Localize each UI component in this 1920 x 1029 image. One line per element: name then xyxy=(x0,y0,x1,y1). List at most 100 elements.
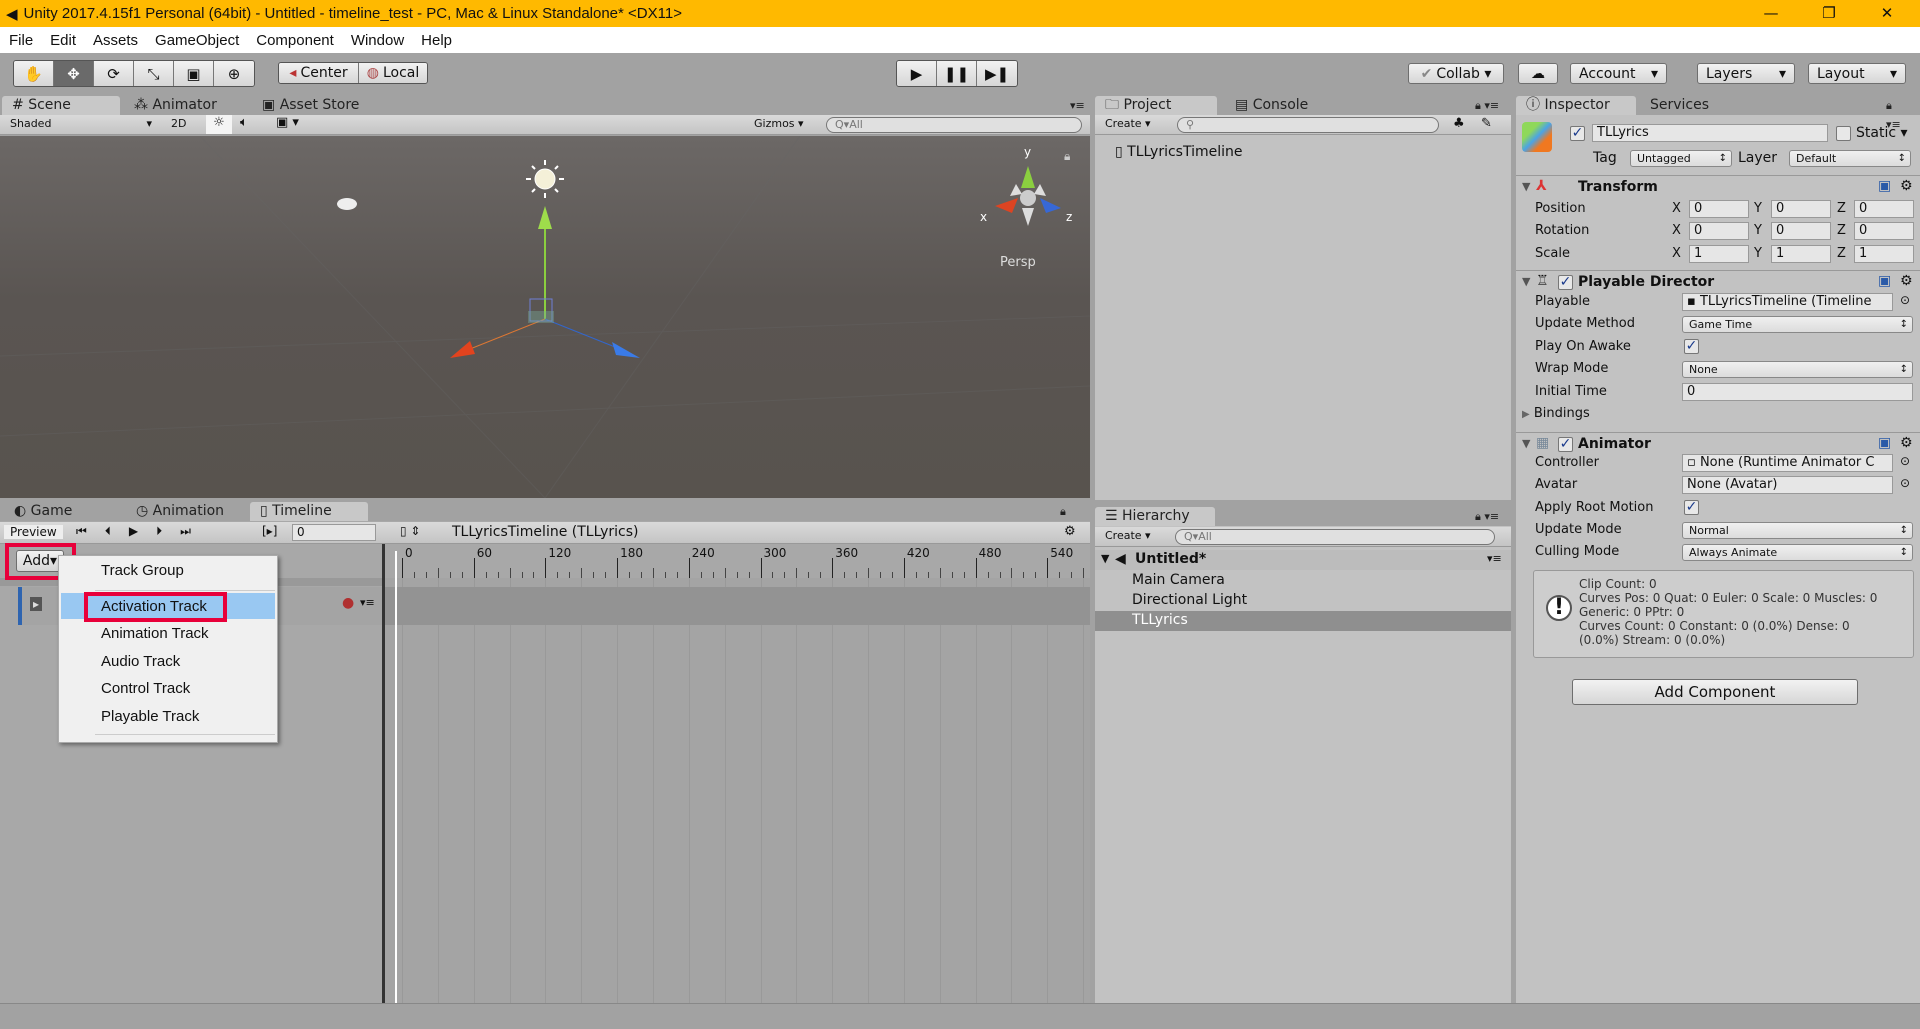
tag-dropdown[interactable]: Untagged xyxy=(1630,150,1732,167)
menu-assets[interactable]: Assets xyxy=(84,32,146,49)
restore-button[interactable]: ❐ xyxy=(1806,0,1852,27)
go-to-end-icon[interactable]: ⏭ xyxy=(180,524,209,538)
panel-menu-icon[interactable]: 🔒︎ ▾≡ xyxy=(1050,502,1090,537)
layout-dropdown[interactable]: Layout ▾ xyxy=(1808,63,1906,84)
menu-item-control-track[interactable]: Control Track xyxy=(101,680,190,697)
tab-services[interactable]: Services xyxy=(1640,96,1719,115)
scale-y-input[interactable]: 1 xyxy=(1771,245,1831,263)
orientation-gizmo[interactable]: y x z Persp xyxy=(980,145,1072,270)
rect-icon[interactable]: ▣ xyxy=(174,61,214,86)
shading-dropdown[interactable]: Shaded ▾ xyxy=(4,116,156,132)
gear-icon[interactable]: ⚙ xyxy=(1900,178,1913,194)
menu-edit[interactable]: Edit xyxy=(41,32,84,49)
controller-field[interactable]: ▫ None (Runtime Animator C xyxy=(1682,454,1893,472)
prev-frame-icon[interactable]: ⏴ xyxy=(105,524,129,538)
menu-file[interactable]: File xyxy=(0,32,41,49)
layers-dropdown[interactable]: Layers ▾ xyxy=(1697,63,1795,84)
menu-component[interactable]: Component xyxy=(247,32,342,49)
menu-help[interactable]: Help xyxy=(412,32,460,49)
timeline-breadcrumb[interactable]: TLLyricsTimeline (TLLyrics) xyxy=(452,524,638,540)
2d-toggle[interactable]: 2D xyxy=(165,116,195,132)
active-checkbox[interactable]: ✓ xyxy=(1570,126,1585,141)
menu-item-playable-track[interactable]: Playable Track xyxy=(101,708,199,725)
play-icon[interactable]: ▶ xyxy=(129,524,156,538)
panel-menu-icon[interactable]: 🔒︎ ▾≡ xyxy=(1465,96,1509,115)
play-on-awake-checkbox[interactable]: ✓ xyxy=(1684,339,1699,354)
playhead[interactable] xyxy=(395,551,397,1003)
transform-header[interactable]: ▼ ⅄ Transform ▣ ⚙ xyxy=(1516,175,1920,197)
static-checkbox[interactable]: ✓ xyxy=(1836,126,1851,141)
playable-director-header[interactable]: ▼ ♖ ✓ Playable Director ▣ ⚙ xyxy=(1516,270,1920,292)
pause-button[interactable]: ❚❚ xyxy=(937,61,977,86)
scale-z-input[interactable]: 1 xyxy=(1854,245,1914,263)
record-icon[interactable]: ● xyxy=(342,595,354,611)
filter-label-icon[interactable]: ✎ xyxy=(1481,116,1492,131)
play-range-icon[interactable]: [▸] xyxy=(262,524,277,538)
tab-animation[interactable]: ◷ Animation xyxy=(126,502,234,521)
scale-x-input[interactable]: 1 xyxy=(1689,245,1749,263)
rotate-icon[interactable]: ⟳ xyxy=(94,61,134,86)
menu-gameobject[interactable]: GameObject xyxy=(146,32,247,49)
object-picker-icon[interactable]: ⊙ xyxy=(1900,476,1910,490)
tab-timeline[interactable]: ▯ Timeline xyxy=(250,502,368,521)
lighting-toggle-icon[interactable]: ☼ xyxy=(206,115,232,134)
avatar-field[interactable]: None (Avatar) xyxy=(1682,476,1893,494)
help-icon[interactable]: ▣ xyxy=(1878,273,1891,289)
menu-item-audio-track[interactable]: Audio Track xyxy=(101,653,180,670)
step-button[interactable]: ▶❚ xyxy=(977,61,1017,86)
position-z-input[interactable]: 0 xyxy=(1854,200,1914,218)
hierarchy-item-main-camera[interactable]: Main Camera xyxy=(1132,572,1225,588)
object-name-input[interactable]: TLLyrics xyxy=(1592,124,1828,142)
playable-field[interactable]: ▪ TLLyricsTimeline (Timeline xyxy=(1682,293,1893,311)
apply-root-motion-checkbox[interactable]: ✓ xyxy=(1684,500,1699,515)
rotation-x-input[interactable]: 0 xyxy=(1689,222,1749,240)
layer-dropdown[interactable]: Default xyxy=(1789,150,1911,167)
panel-menu-icon[interactable]: 🔒︎ ▾≡ xyxy=(1465,507,1509,526)
timeline-settings-icon[interactable]: ⚙ xyxy=(1064,524,1076,539)
move-icon[interactable]: ✥ xyxy=(54,61,94,86)
hierarchy-item-tllyrics[interactable]: TLLyrics xyxy=(1132,612,1188,628)
add-component-button[interactable]: Add Component xyxy=(1572,679,1858,705)
project-search-input[interactable]: ⚲ xyxy=(1177,117,1439,133)
rotation-z-input[interactable]: 0 xyxy=(1854,222,1914,240)
object-picker-icon[interactable]: ⊙ xyxy=(1900,454,1910,468)
gear-icon[interactable]: ⚙ xyxy=(1900,273,1913,289)
project-item[interactable]: ▯ TLLyricsTimeline xyxy=(1115,144,1243,160)
scene-header[interactable]: ▼ ◀ Untitled* ▾≡ xyxy=(1095,550,1511,570)
menu-item-animation-track[interactable]: Animation Track xyxy=(101,625,209,642)
effects-toggle-icon[interactable]: ▣ ▾ xyxy=(276,115,299,130)
tab-console[interactable]: ▤ Console xyxy=(1225,96,1318,115)
tab-animator[interactable]: ⁂ Animator xyxy=(124,96,227,115)
filter-type-icon[interactable]: ♣ xyxy=(1453,116,1465,131)
scene-menu-icon[interactable]: ▾≡ xyxy=(1487,552,1502,565)
panel-menu-icon[interactable]: ▾≡ xyxy=(1060,96,1095,115)
initial-time-input[interactable]: 0 xyxy=(1682,383,1913,401)
frame-input[interactable]: 0 xyxy=(292,524,376,541)
minimize-button[interactable]: — xyxy=(1748,0,1794,27)
track-menu-icon[interactable]: ▾≡ xyxy=(360,596,375,609)
transform-icon[interactable]: ⊕ xyxy=(214,61,254,86)
menu-window[interactable]: Window xyxy=(342,32,412,49)
static-label[interactable]: Static ▾ xyxy=(1856,125,1908,141)
tab-scene[interactable]: # Scene xyxy=(2,96,120,115)
help-icon[interactable]: ▣ xyxy=(1878,435,1891,451)
hierarchy-search-input[interactable]: Q▾All xyxy=(1175,529,1495,545)
move-handle[interactable] xyxy=(450,206,640,358)
director-enabled-checkbox[interactable]: ✓ xyxy=(1558,275,1573,290)
rotation-y-input[interactable]: 0 xyxy=(1771,222,1831,240)
tab-hierarchy[interactable]: ☰ Hierarchy xyxy=(1095,507,1215,526)
tab-inspector[interactable]: ⓘ Inspector xyxy=(1516,96,1636,115)
gizmos-dropdown[interactable]: Gizmos ▾ xyxy=(748,116,814,132)
culling-mode-dropdown[interactable]: Always Animate xyxy=(1682,544,1913,561)
bindings-foldout[interactable]: ▶ Bindings xyxy=(1522,406,1590,421)
animator-header[interactable]: ▼ ▦ ✓ Animator ▣ ⚙ xyxy=(1516,432,1920,454)
gear-icon[interactable]: ⚙ xyxy=(1900,435,1913,451)
position-x-input[interactable]: 0 xyxy=(1689,200,1749,218)
scale-icon[interactable]: ⤡ xyxy=(134,61,174,86)
hierarchy-create-dropdown[interactable]: Create ▾ xyxy=(1099,528,1155,544)
cloud-button[interactable]: ☁ xyxy=(1518,63,1558,84)
collab-button[interactable]: ✔ Collab ▾ xyxy=(1408,63,1504,84)
close-button[interactable]: ✕ xyxy=(1864,0,1910,27)
wrap-mode-dropdown[interactable]: None xyxy=(1682,361,1913,378)
scene-search-input[interactable]: Q▾All xyxy=(826,117,1082,133)
